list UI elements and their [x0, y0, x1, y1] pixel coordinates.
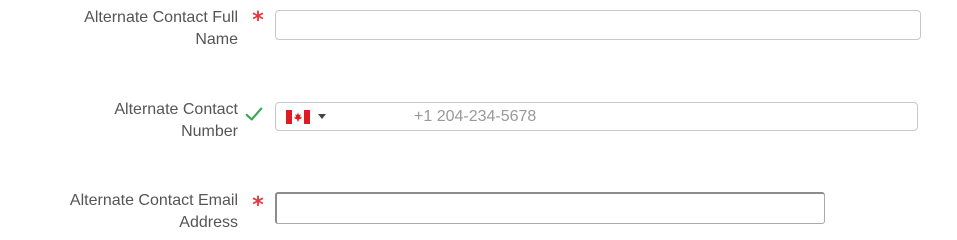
canada-flag-icon [286, 109, 310, 124]
full-name-label-line1: Alternate Contact Full [84, 9, 238, 26]
email-row: Alternate Contact Email Address * [0, 183, 957, 239]
full-name-label-line2: Name [195, 31, 238, 48]
email-label-line1: Alternate Contact Email [69, 192, 238, 209]
required-asterisk: * [252, 193, 264, 218]
chevron-down-icon [318, 114, 326, 119]
check-icon-svg [245, 107, 263, 121]
check-icon [245, 103, 263, 125]
contact-number-label-line2: Number [181, 123, 238, 140]
alternate-contact-number-input[interactable]: +1 204-234-5678 [275, 102, 918, 131]
full-name-label: Alternate Contact Full Name [38, 7, 238, 51]
email-label-line2: Address [179, 214, 238, 231]
alternate-contact-full-name-input[interactable] [275, 10, 921, 40]
required-asterisk: * [252, 8, 264, 33]
phone-number-placeholder: +1 204-234-5678 [414, 107, 537, 125]
country-selector[interactable] [276, 103, 358, 130]
contact-number-label-line1: Alternate Contact [114, 101, 238, 118]
required-icon: * [249, 10, 267, 32]
email-label: Alternate Contact Email Address [38, 190, 238, 234]
full-name-row: Alternate Contact Full Name * [0, 0, 957, 60]
contact-number-row: Alternate Contact Number +1 204-234-5678 [0, 92, 957, 152]
contact-number-label: Alternate Contact Number [38, 99, 238, 143]
alternate-contact-email-input[interactable] [275, 192, 825, 224]
required-icon: * [249, 195, 267, 217]
